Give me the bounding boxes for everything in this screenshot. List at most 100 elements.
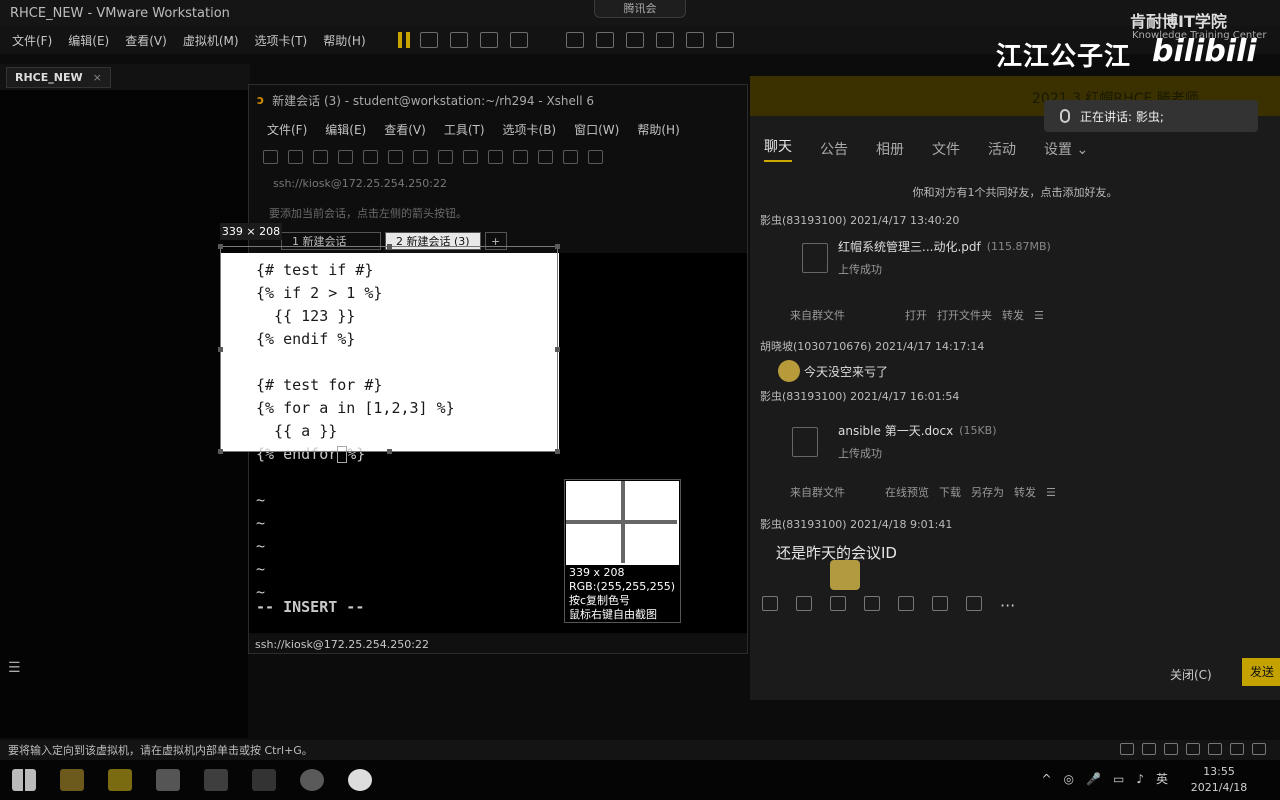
xs-menu-view[interactable]: 查看(V): [384, 121, 426, 138]
printer-icon[interactable]: [1252, 743, 1266, 755]
close-button[interactable]: 关闭(C): [1170, 666, 1212, 683]
gif-icon[interactable]: [796, 596, 812, 611]
bell-icon[interactable]: [966, 596, 982, 611]
print-icon[interactable]: [438, 150, 453, 164]
word-task-icon[interactable]: [252, 769, 276, 791]
resize-handle[interactable]: [218, 244, 223, 249]
network-icon[interactable]: [1164, 743, 1178, 755]
chrome-task-icon[interactable]: [300, 769, 324, 791]
menu-tabs[interactable]: 选项卡(T): [255, 32, 308, 49]
more-icon[interactable]: ···: [1000, 596, 1016, 615]
tab-activity[interactable]: 活动: [988, 139, 1016, 159]
resize-handle[interactable]: [555, 449, 560, 454]
usb-icon[interactable]: [1186, 743, 1200, 755]
xs-menu-file[interactable]: 文件(F): [267, 121, 307, 138]
vmware-task-icon[interactable]: [156, 769, 180, 791]
save-as-link[interactable]: 另存为: [971, 484, 1004, 500]
thumbnail-icon[interactable]: [595, 32, 614, 48]
menu-help[interactable]: 帮助(H): [323, 32, 365, 49]
resize-handle[interactable]: [218, 347, 223, 352]
scissors-icon[interactable]: [830, 596, 846, 611]
image-viewer-icon[interactable]: [204, 769, 228, 791]
session-address[interactable]: ssh://kiosk@172.25.254.250:22: [273, 177, 447, 190]
resize-handle[interactable]: [555, 347, 560, 352]
emoji-icon[interactable]: [762, 596, 778, 611]
pause-icon[interactable]: [397, 32, 410, 48]
search-icon[interactable]: [413, 150, 428, 164]
snapshot-manager-icon[interactable]: [509, 32, 528, 48]
keyboard-icon[interactable]: [588, 150, 603, 164]
menu-edit[interactable]: 编辑(E): [68, 32, 109, 49]
vm-tab-rhce[interactable]: RHCE_NEW ×: [6, 66, 111, 88]
volume-icon[interactable]: ♪: [1136, 772, 1144, 786]
open-folder-link[interactable]: 打开文件夹: [937, 307, 992, 323]
stretch-icon[interactable]: [715, 32, 734, 48]
xs-menu-tools[interactable]: 工具(T): [444, 121, 485, 138]
menu-file[interactable]: 文件(F): [12, 32, 52, 49]
folder-icon[interactable]: [864, 596, 880, 611]
tray-app-icon[interactable]: ◎: [1064, 772, 1074, 786]
globe-icon[interactable]: [463, 150, 478, 164]
font-icon[interactable]: [488, 150, 503, 164]
file-card[interactable]: ansible 第一天.docx (15KB) 上传成功: [792, 422, 997, 461]
xs-menu-edit[interactable]: 编辑(E): [325, 121, 366, 138]
system-message[interactable]: 你和对方有1个共同好友，点击添加好友。: [750, 184, 1280, 200]
new-session-icon[interactable]: [263, 150, 278, 164]
more-icon[interactable]: ☰: [1034, 309, 1044, 322]
lock-icon[interactable]: [563, 150, 578, 164]
xs-menu-window[interactable]: 窗口(W): [574, 121, 619, 138]
sound-icon[interactable]: [1208, 743, 1222, 755]
headset-icon[interactable]: [898, 596, 914, 611]
cdrom-icon[interactable]: [1142, 743, 1156, 755]
resize-handle[interactable]: [387, 244, 392, 249]
copy-icon[interactable]: [388, 150, 403, 164]
xftp-icon[interactable]: [513, 150, 528, 164]
resize-handle[interactable]: [387, 449, 392, 454]
qq-task-icon[interactable]: [348, 769, 372, 791]
input-language[interactable]: 英: [1156, 770, 1168, 787]
preview-link[interactable]: 在线预览: [885, 484, 929, 500]
taskbar-clock[interactable]: 13:55 2021/4/18: [1174, 764, 1264, 796]
properties-icon[interactable]: [363, 150, 378, 164]
meeting-toggle-button[interactable]: 腾讯会: [594, 0, 686, 18]
screenshot-selection[interactable]: [218, 244, 560, 454]
tab-files[interactable]: 文件: [932, 139, 960, 159]
fullscreen-icon[interactable]: [538, 150, 553, 164]
tab-settings[interactable]: 设置 ⌄: [1044, 139, 1088, 159]
download-link[interactable]: 下载: [939, 484, 961, 500]
start-icon[interactable]: [12, 769, 36, 791]
close-icon[interactable]: ×: [93, 71, 102, 84]
unity-icon[interactable]: [655, 32, 674, 48]
battery-icon[interactable]: ▭: [1113, 772, 1124, 786]
image-icon[interactable]: [932, 596, 948, 611]
tray-expand-icon[interactable]: ^: [1041, 772, 1051, 786]
resize-handle[interactable]: [555, 244, 560, 249]
link-icon[interactable]: [313, 150, 328, 164]
send-button[interactable]: 发送: [1242, 658, 1280, 686]
xshell-task-icon[interactable]: [108, 769, 132, 791]
send-keys-icon[interactable]: [419, 32, 438, 48]
open-link[interactable]: 打开: [905, 307, 927, 323]
file-card[interactable]: 红帽系统管理三...动化.pdf (115.87MB) 上传成功: [802, 238, 1051, 277]
revert-snapshot-icon[interactable]: [479, 32, 498, 48]
tab-album[interactable]: 相册: [876, 139, 904, 159]
file-explorer-icon[interactable]: [60, 769, 84, 791]
fullscreen-icon[interactable]: [625, 32, 644, 48]
open-folder-icon[interactable]: [288, 150, 303, 164]
tab-chat[interactable]: 聊天: [764, 136, 792, 162]
menu-view[interactable]: 查看(V): [125, 32, 167, 49]
disconnect-icon[interactable]: [338, 150, 353, 164]
hdd-icon[interactable]: [1120, 743, 1134, 755]
forward-link[interactable]: 转发: [1002, 307, 1024, 323]
menu-vm[interactable]: 虚拟机(M): [183, 32, 239, 49]
resize-handle[interactable]: [218, 449, 223, 454]
xs-menu-help[interactable]: 帮助(H): [637, 121, 679, 138]
display-icon[interactable]: [1230, 743, 1244, 755]
tab-announcement[interactable]: 公告: [820, 139, 848, 159]
microphone-icon[interactable]: 🎤: [1086, 772, 1101, 786]
vm-console-area[interactable]: [0, 90, 248, 738]
xs-menu-tabs[interactable]: 选项卡(B): [503, 121, 557, 138]
snapshot-icon[interactable]: [449, 32, 468, 48]
console-icon[interactable]: [685, 32, 704, 48]
more-icon[interactable]: ☰: [1046, 486, 1056, 499]
